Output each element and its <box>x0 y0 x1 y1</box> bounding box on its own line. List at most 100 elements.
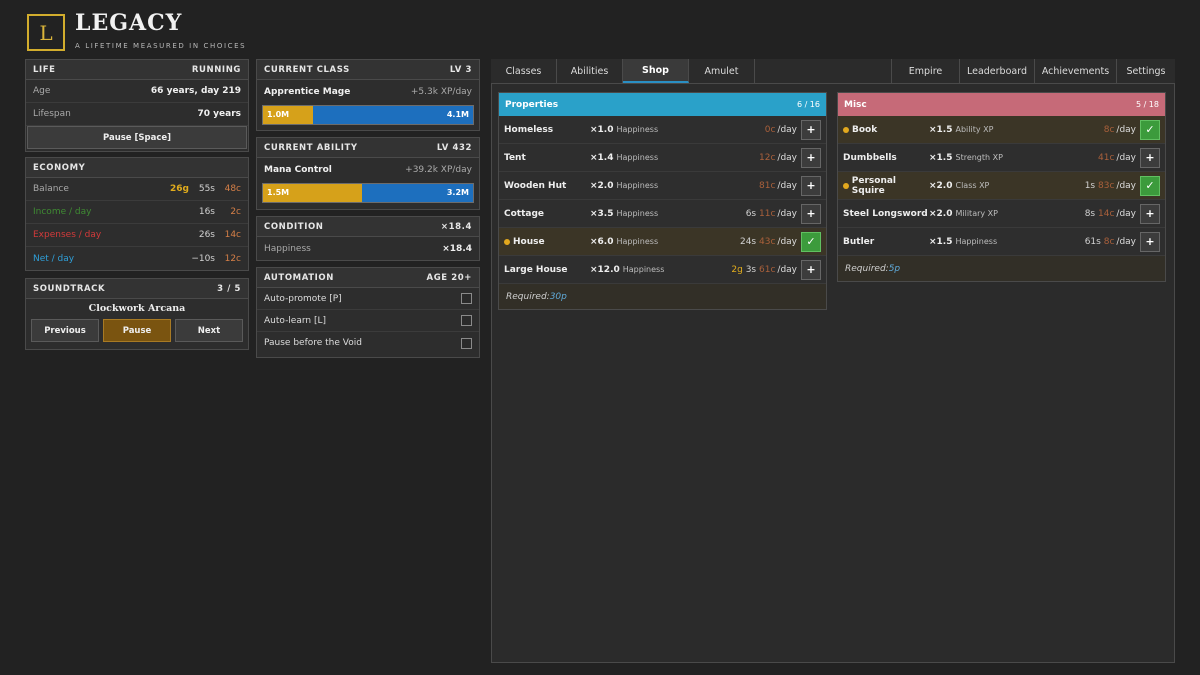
properties-panel: Properties 6 / 16 Homeless ×1.0 Happiness 0c… <box>498 92 827 310</box>
properties-title: Properties <box>505 99 559 110</box>
pause-button[interactable]: Pause [Space] <box>27 126 247 149</box>
life-status: RUNNING <box>191 64 241 75</box>
misc-header: Misc 5 / 18 <box>838 93 1165 116</box>
plus-icon[interactable]: + <box>1140 231 1160 252</box>
shop-item-row: Butler ×1.5 Happiness 61s 8c/day + <box>838 228 1165 256</box>
balance-gold: 26g <box>170 184 189 194</box>
tab-empire[interactable]: Empire <box>892 59 960 83</box>
cost-period: /day <box>1116 208 1136 219</box>
ability-name: Mana Control <box>264 164 332 175</box>
item-name: Large House <box>504 264 568 275</box>
active-dot-icon <box>504 238 510 245</box>
item-cost: 0c <box>765 125 776 135</box>
ability-xp-max: 3.2M <box>446 188 469 197</box>
auto-promote-label: Auto-promote [P] <box>264 293 342 304</box>
music-pause-button[interactable]: Pause <box>103 319 171 342</box>
item-name-cell: House <box>504 237 590 247</box>
net-label: Net / day <box>33 253 75 264</box>
class-row: Apprentice Mage +5.3k XP/day <box>257 80 479 103</box>
auto-learn-label: Auto-learn [L] <box>264 315 327 326</box>
economy-panel: ECONOMY Balance 26g 55s 48c Income / day 1… <box>25 157 249 271</box>
check-icon[interactable]: ✓ <box>801 231 821 252</box>
item-multiplier: ×6.0 <box>590 236 614 247</box>
plus-icon[interactable]: + <box>1140 203 1160 224</box>
cost-copper: 41c <box>1098 152 1115 163</box>
expenses-row: Expenses / day 26s 14c <box>26 224 248 247</box>
item-effect: Ability XP <box>955 125 994 134</box>
tab-leaderboard[interactable]: Leaderboard <box>960 59 1035 83</box>
item-multiplier: ×2.0 <box>929 180 953 191</box>
auto-learn-row[interactable]: Auto-learn [L] <box>257 310 479 332</box>
tab-achievements[interactable]: Achievements <box>1035 59 1117 83</box>
soundtrack-header: SOUNDTRACK 3 / 5 <box>26 279 248 299</box>
balance-label: Balance <box>33 184 69 194</box>
tab-abilities[interactable]: Abilities <box>557 59 623 83</box>
auto-learn-checkbox[interactable] <box>461 315 472 326</box>
condition-mult: ×18.4 <box>440 221 472 232</box>
item-multiplier: ×1.0 <box>590 124 614 135</box>
cost-copper: 61c <box>759 264 776 275</box>
tab-settings[interactable]: Settings <box>1117 59 1175 83</box>
cost-copper: 83c <box>1098 180 1115 191</box>
balance-silver: 55s <box>198 184 215 194</box>
cost-period: /day <box>777 124 797 135</box>
cost-period: /day <box>1116 236 1136 247</box>
net-row: Net / day −10s 12c <box>26 247 248 270</box>
item-effect: Happiness <box>622 265 665 274</box>
item-name: Wooden Hut <box>504 180 567 191</box>
item-cost: 24s 43c <box>740 237 775 247</box>
class-xp-value: 1.0M <box>267 110 290 119</box>
pause-void-checkbox[interactable] <box>461 337 472 349</box>
plus-icon[interactable]: + <box>801 259 821 280</box>
misc-count: 5 / 18 <box>1135 100 1159 109</box>
check-icon[interactable]: ✓ <box>1140 119 1160 140</box>
plus-icon[interactable]: + <box>801 175 821 196</box>
shop-item-row: Steel Longsword ×2.0 Military XP 8s 14c/day… <box>838 200 1165 228</box>
plus-icon[interactable]: + <box>801 203 821 224</box>
class-level: LV 3 <box>449 64 472 75</box>
item-effect: Strength XP <box>955 153 1003 162</box>
tab-classes[interactable]: Classes <box>491 59 557 83</box>
auto-promote-row[interactable]: Auto-promote [P] <box>257 288 479 310</box>
cost-copper: 8c <box>1103 236 1115 247</box>
item-cost: 41c <box>1098 153 1114 163</box>
tab-shop[interactable]: Shop <box>623 59 689 83</box>
tab-amulet[interactable]: Amulet <box>689 59 755 83</box>
cost-silver: 24s <box>739 236 757 247</box>
cost-period: /day <box>1116 152 1136 163</box>
current-ability-panel: CURRENT ABILITY LV 432 Mana Control +39.2k… <box>256 137 480 210</box>
pause-void-label: Pause before the Void <box>264 338 362 348</box>
cost-period: /day <box>777 208 797 219</box>
automation-panel: AUTOMATION AGE 20+ Auto-promote [P] Auto-… <box>256 267 480 358</box>
item-name-cell: Large House <box>504 265 590 275</box>
item-multiplier: ×3.5 <box>590 208 614 219</box>
app-title: LEGACY <box>75 10 183 36</box>
app-tagline: A LIFETIME MEASURED IN CHOICES <box>75 42 247 50</box>
misc-panel: Misc 5 / 18 Book ×1.5 Ability XP 8c/day ✓ Dumb… <box>837 92 1166 282</box>
auto-promote-checkbox[interactable] <box>461 293 472 304</box>
income-row: Income / day 16s 2c <box>26 201 248 224</box>
check-icon[interactable]: ✓ <box>1140 175 1160 196</box>
cost-copper: 12c <box>759 152 776 163</box>
next-button[interactable]: Next <box>175 319 243 342</box>
pause-void-row[interactable]: Pause before the Void <box>257 332 479 354</box>
age-label: Age <box>33 86 51 96</box>
item-effect: Happiness <box>616 181 659 190</box>
automation-age: AGE 20+ <box>426 272 472 283</box>
item-name-cell: Book <box>843 125 929 135</box>
properties-header: Properties 6 / 16 <box>499 93 826 116</box>
item-name-cell: Dumbbells <box>843 153 929 163</box>
previous-button[interactable]: Previous <box>31 319 99 342</box>
shop-item-row: Personal Squire ×2.0 Class XP 1s 83c/day ✓ <box>838 172 1165 200</box>
plus-icon[interactable]: + <box>801 147 821 168</box>
shop-item-row: Dumbbells ×1.5 Strength XP 41c/day + <box>838 144 1165 172</box>
active-dot-icon <box>843 126 849 133</box>
soundtrack-title: SOUNDTRACK <box>33 283 106 294</box>
item-name: House <box>513 236 545 247</box>
item-multiplier: ×1.4 <box>590 152 614 163</box>
condition-panel: CONDITION ×18.4 Happiness ×18.4 <box>256 216 480 261</box>
item-name: Steel Longsword <box>843 208 928 219</box>
plus-icon[interactable]: + <box>1140 147 1160 168</box>
expenses-silver: 26s <box>198 230 215 240</box>
plus-icon[interactable]: + <box>801 119 821 140</box>
